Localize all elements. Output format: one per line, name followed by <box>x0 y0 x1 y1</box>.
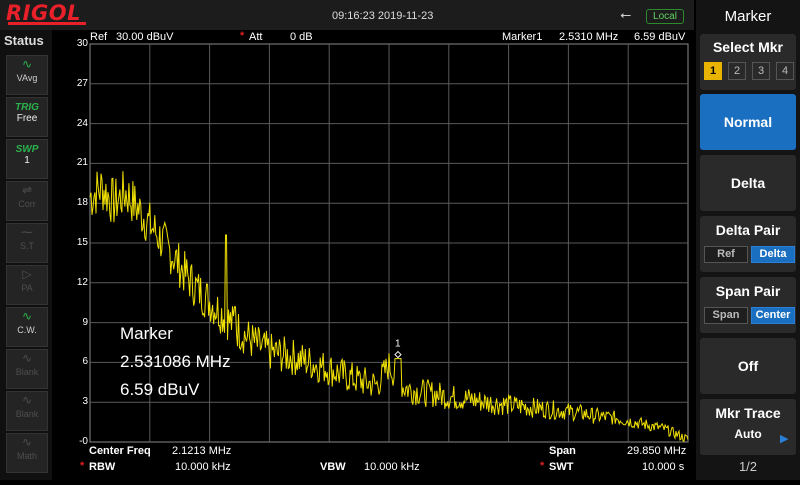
status-st-label: S.T <box>19 241 34 251</box>
span-pair-span[interactable]: Span <box>704 307 748 324</box>
center-freq-value: 2.1213 MHz <box>172 445 232 457</box>
rbw-label[interactable]: RBW <box>89 461 115 473</box>
status-corr: ⇌ Corr <box>6 181 48 221</box>
marker-level: 6.59 dBuV <box>634 31 686 43</box>
status-math: ∿ Math <box>6 433 48 473</box>
status-cw-label: C.W. <box>17 325 37 335</box>
delta-button[interactable]: Delta <box>700 155 796 211</box>
y-tick-label: 21 <box>76 157 88 169</box>
y-tick-label: 24 <box>76 117 88 129</box>
status-trig-value: Free <box>16 113 38 124</box>
off-button[interactable]: Off <box>700 338 796 394</box>
ref-value: 30.00 dBuV <box>116 31 174 43</box>
wave-icon: ∿ <box>21 57 33 71</box>
pa-icon: ▷ <box>22 267 32 281</box>
select-mkr-label: Select Mkr <box>712 39 784 55</box>
span-pair-center[interactable]: Center <box>751 307 795 324</box>
status-blank2-label: Blank <box>15 409 39 419</box>
status-swp-value: 1 <box>24 155 30 166</box>
rbw-value: 10.000 kHz <box>175 461 231 473</box>
att-star: * <box>240 30 245 42</box>
marker-readout-level: 6.59 dBuV <box>120 380 200 399</box>
att-value: 0 dB <box>290 31 313 43</box>
normal-button[interactable]: Normal <box>700 94 796 150</box>
mkr-1-option[interactable]: 1 <box>704 62 722 80</box>
ref-label: Ref <box>90 31 108 43</box>
status-blank2: ∿ Blank <box>6 391 48 431</box>
span-pair-label: Span Pair <box>715 283 781 299</box>
status-swp-title: SWP <box>15 144 39 155</box>
swt-value: 10.000 s <box>642 461 685 473</box>
delta-pair-delta[interactable]: Delta <box>751 246 795 263</box>
y-tick-label: 27 <box>76 77 88 89</box>
swt-star: * <box>540 460 545 472</box>
center-freq-label[interactable]: Center Freq <box>89 445 151 457</box>
status-swp: SWP 1 <box>6 139 48 179</box>
status-trig-title: TRIG <box>15 102 39 113</box>
brand-underline <box>8 22 86 25</box>
span-pair-button[interactable]: Span Pair <box>700 277 796 333</box>
status-pa-label: PA <box>21 283 33 293</box>
marker-freq: 2.5310 MHz <box>559 31 619 43</box>
status-trig: TRIG Free <box>6 97 48 137</box>
mkr-2-option[interactable]: 2 <box>728 62 746 80</box>
y-tick-label: 12 <box>76 276 88 288</box>
math-icon: ∿ <box>21 435 33 449</box>
status-blank1: ∿ Blank <box>6 349 48 389</box>
mkr-4-option[interactable]: 4 <box>776 62 794 80</box>
delta-pair-label: Delta Pair <box>715 222 781 238</box>
st-icon: ⁓ <box>21 225 33 239</box>
status-pa: ▷ PA <box>6 265 48 305</box>
status-trace-avg-label: VAvg <box>16 73 38 83</box>
menu-title: Marker <box>724 8 772 25</box>
usb-icon: ⭠ <box>620 6 632 22</box>
y-tick-label: 6 <box>82 356 88 368</box>
datetime: 09:16:23 2019-11-23 <box>332 10 434 22</box>
blank-icon: ∿ <box>21 393 33 407</box>
status-st: ⁓ S.T <box>6 223 48 263</box>
y-tick-label: 18 <box>76 197 88 209</box>
local-badge[interactable]: Local <box>646 9 684 24</box>
mkr-3-option[interactable]: 3 <box>752 62 770 80</box>
y-tick-label: -0 <box>79 436 88 447</box>
marker-diamond-icon <box>394 350 402 359</box>
y-tick-label: 3 <box>82 396 88 408</box>
cw-icon: ∿ <box>21 309 33 323</box>
marker-number-label: 1 <box>395 339 401 350</box>
y-tick-label: 15 <box>76 237 88 248</box>
submenu-arrow-icon: ▶ <box>780 433 789 445</box>
status-math-label: Math <box>16 451 37 461</box>
delta-pair-ref[interactable]: Ref <box>704 246 748 263</box>
y-tick-label: 9 <box>82 316 88 328</box>
marker-readout-title: Marker <box>120 324 173 343</box>
marker-readout-freq: 2.531086 MHz <box>120 352 231 371</box>
rbw-star: * <box>80 460 85 472</box>
status-trace-avg: ∿ VAvg <box>6 55 48 95</box>
swt-label[interactable]: SWT <box>549 461 573 473</box>
marker-label: Marker1 <box>502 31 543 43</box>
status-blank1-label: Blank <box>15 367 39 377</box>
span-value: 29.850 MHz <box>627 445 687 457</box>
y-tick-label: 30 <box>76 38 88 49</box>
corr-icon: ⇌ <box>21 183 33 197</box>
vbw-label[interactable]: VBW <box>320 461 346 473</box>
status-title: Status <box>4 33 44 48</box>
page-indicator[interactable]: 1/2 <box>696 459 800 474</box>
delta-pair-button[interactable]: Delta Pair <box>700 216 796 272</box>
att-label: Att <box>249 31 263 43</box>
span-label[interactable]: Span <box>549 445 576 457</box>
vbw-value: 10.000 kHz <box>364 461 420 473</box>
mkr-trace-label: Mkr Trace <box>715 405 781 421</box>
spectrum-display[interactable]: 1 <box>52 30 694 480</box>
blank-icon: ∿ <box>21 351 33 365</box>
status-corr-label: Corr <box>18 199 36 209</box>
spectrum-plot: 1 <box>89 43 689 443</box>
status-cw: ∿ C.W. <box>6 307 48 347</box>
mkr-trace-button[interactable]: Mkr Trace Auto <box>700 399 796 455</box>
